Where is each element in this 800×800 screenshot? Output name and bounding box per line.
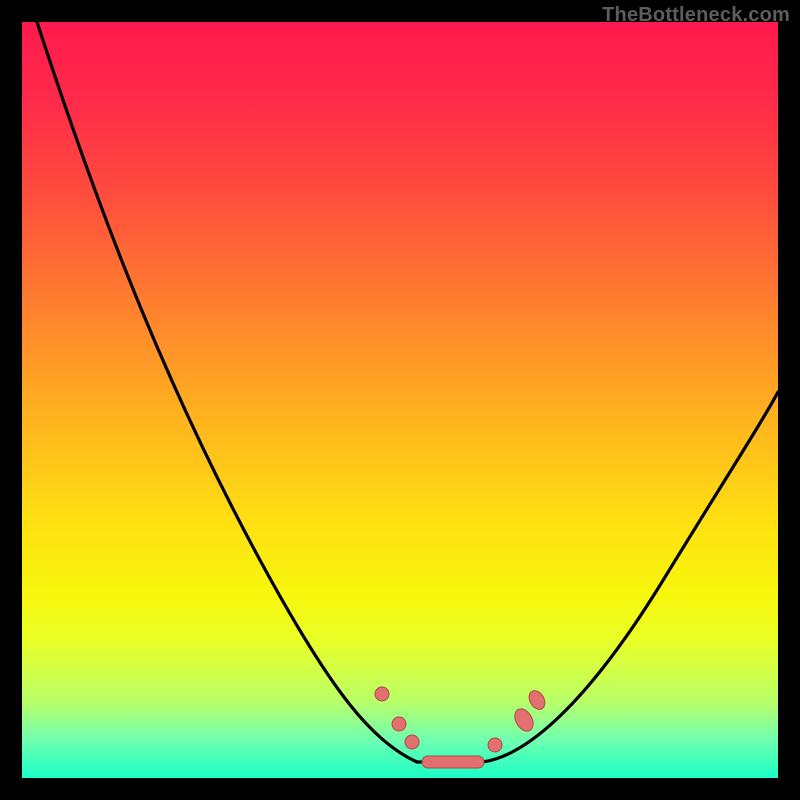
data-marker xyxy=(392,717,406,731)
flat-segment-marker xyxy=(422,756,484,768)
chart-frame: TheBottleneck.com xyxy=(0,0,800,800)
data-marker xyxy=(375,687,389,701)
watermark-text: TheBottleneck.com xyxy=(602,4,790,27)
data-marker xyxy=(488,738,502,752)
data-marker xyxy=(526,688,548,712)
bottleneck-curve xyxy=(37,22,778,762)
data-marker xyxy=(405,735,419,749)
chart-svg xyxy=(22,22,778,778)
data-marker xyxy=(511,706,537,735)
plot-area xyxy=(22,22,778,778)
